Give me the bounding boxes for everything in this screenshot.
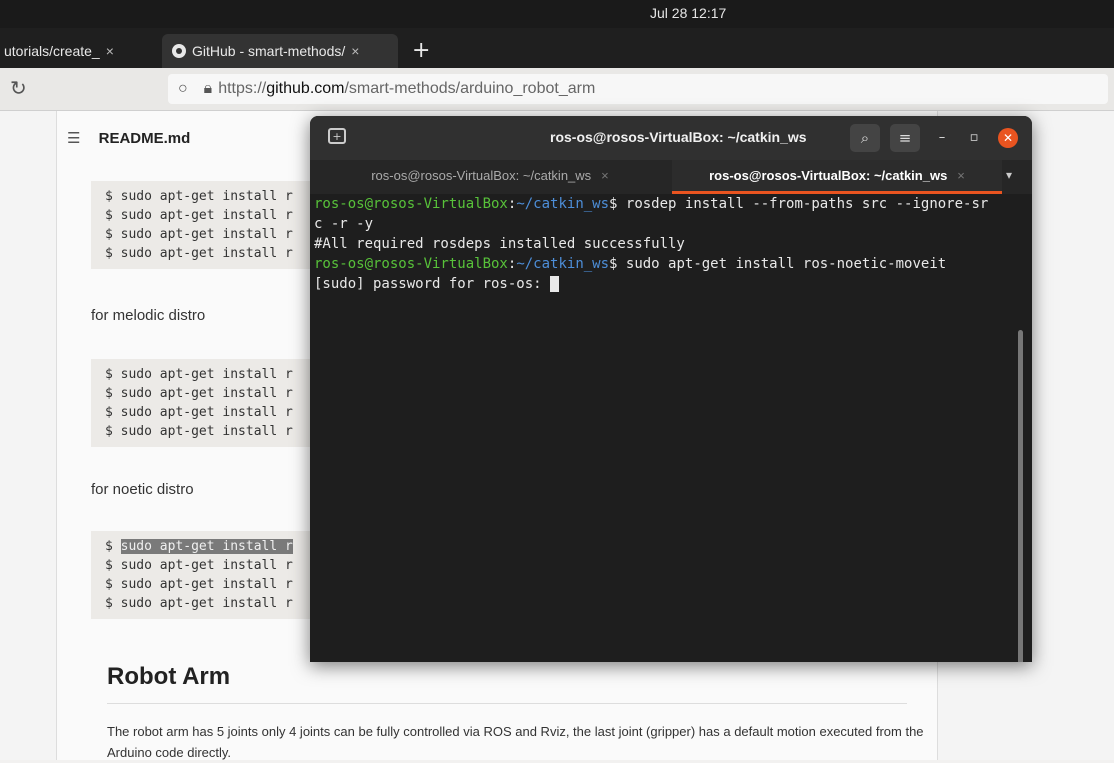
noetic-label: for noetic distro (91, 481, 194, 498)
close-tab-icon[interactable]: × (957, 168, 965, 183)
section-heading: Robot Arm (107, 663, 231, 690)
tab-label: utorials/create_ (4, 43, 100, 59)
tab-label: GitHub - smart-methods/ (192, 43, 346, 59)
code-text: sudo apt-get install r (120, 558, 293, 573)
code-line: $ sudo apt-get install r (105, 227, 293, 242)
password-prompt: [sudo] password for ros-os: (314, 276, 551, 292)
table-of-contents-icon[interactable]: ☰ (67, 130, 80, 147)
code-line: $ sudo apt-get install r (105, 575, 345, 594)
browser-tab-github[interactable]: GitHub - smart-methods/ × (162, 34, 398, 68)
code-line: $ sudo apt-get install r (105, 424, 293, 439)
terminal-tab-label: ros-os@rosos-VirtualBox: ~/catkin_ws (709, 168, 948, 183)
close-icon[interactable]: ✕ (998, 128, 1018, 148)
dollar-sign: $ (105, 577, 113, 592)
url-path: /smart-methods/arduino_robot_arm (344, 80, 596, 97)
terminal-scrollbar[interactable] (1018, 330, 1023, 662)
terminal-output[interactable]: ros-os@rosos-VirtualBox:~/catkin_ws$ ros… (310, 194, 1032, 662)
command-text: $ rosdep install --from-paths src --igno… (609, 196, 989, 212)
shield-icon[interactable]: ○ (178, 80, 188, 98)
readme-title: README.md (98, 130, 191, 147)
prompt-user: ros-os@rosos-VirtualBox (314, 256, 508, 272)
code-line: $ sudo apt-get install r (105, 537, 345, 556)
system-top-bar: Jul 28 12:17 (0, 0, 1114, 28)
code-line: $ sudo apt-get install r (105, 208, 293, 223)
terminal-line: #All required rosdeps installed successf… (314, 236, 685, 252)
close-tab-icon[interactable]: × (351, 43, 359, 59)
url-prefix: https:// (218, 80, 267, 97)
dollar-sign: $ (105, 539, 113, 554)
terminal-line: [sudo] password for ros-os: (314, 276, 560, 292)
code-block-3: $ sudo apt-get install r $ sudo apt-get … (91, 531, 345, 619)
code-line: $ sudo apt-get install r (105, 189, 293, 204)
terminal-line: c -r -y (314, 216, 374, 232)
hamburger-menu-icon[interactable]: ≡ (890, 124, 920, 152)
terminal-tab-bar: ros-os@rosos-VirtualBox: ~/catkin_ws × ro… (310, 160, 1032, 194)
code-block-2: $ sudo apt-get install r $ sudo apt-get … (91, 359, 345, 447)
dollar-sign: $ (105, 558, 113, 573)
text-cursor[interactable] (550, 276, 560, 292)
readme-header: ☰ README.md (67, 129, 190, 147)
reload-icon[interactable]: ↻ (10, 76, 27, 100)
code-line: $ sudo apt-get install r (105, 386, 293, 401)
minimize-icon[interactable]: – (932, 128, 952, 148)
terminal-line: ros-os@rosos-VirtualBox:~/catkin_ws$ ros… (314, 196, 988, 212)
prompt-user: ros-os@rosos-VirtualBox (314, 196, 508, 212)
close-tab-icon[interactable]: × (106, 43, 114, 59)
terminal-tab-1[interactable]: ros-os@rosos-VirtualBox: ~/catkin_ws × (310, 160, 670, 194)
github-icon (172, 44, 186, 58)
terminal-tab-label: ros-os@rosos-VirtualBox: ~/catkin_ws (371, 168, 592, 183)
tab-menu-icon[interactable]: ▾ (1006, 168, 1012, 182)
section-paragraph: The robot arm has 5 joints only 4 joints… (107, 724, 924, 760)
terminal-tab-2[interactable]: ros-os@rosos-VirtualBox: ~/catkin_ws × (672, 160, 1002, 194)
navigation-toolbar: ↻ ○ 🔒︎ https://github.com/smart-methods/… (0, 68, 1114, 111)
command-text: $ sudo apt-get install ros-noetic-moveit (609, 256, 947, 272)
code-line: $ sudo apt-get install r (105, 405, 293, 420)
clock[interactable]: Jul 28 12:17 (650, 5, 726, 21)
divider (107, 703, 907, 704)
new-tab-icon[interactable]: + (328, 128, 346, 144)
prompt-path: ~/catkin_ws (516, 256, 610, 272)
search-icon[interactable]: ⌕ (850, 124, 880, 152)
code-text: sudo apt-get install r (120, 596, 293, 611)
close-tab-icon[interactable]: × (601, 168, 609, 183)
code-line: $ sudo apt-get install r (105, 556, 345, 575)
new-tab-button[interactable]: + (412, 38, 430, 63)
terminal-titlebar[interactable]: + ros-os@rosos-VirtualBox: ~/catkin_ws ⌕… (310, 116, 1032, 160)
code-line: $ sudo apt-get install r (105, 367, 293, 382)
maximize-icon[interactable]: ▫ (964, 128, 984, 148)
melodic-label: for melodic distro (91, 307, 206, 324)
code-line: $ sudo apt-get install r (105, 246, 293, 261)
url-host: github.com (266, 80, 345, 97)
browser-tab-tutorials[interactable]: utorials/create_ × (0, 34, 164, 68)
terminal-line: ros-os@rosos-VirtualBox:~/catkin_ws$ sud… (314, 256, 946, 272)
dollar-sign: $ (105, 596, 113, 611)
code-line: $ sudo apt-get install r (105, 594, 345, 613)
terminal-title: ros-os@rosos-VirtualBox: ~/catkin_ws (550, 129, 807, 145)
terminal-window[interactable]: + ros-os@rosos-VirtualBox: ~/catkin_ws ⌕… (310, 116, 1032, 662)
prompt-path: ~/catkin_ws (516, 196, 610, 212)
code-block-1: $ sudo apt-get install r $ sudo apt-get … (91, 181, 345, 269)
code-text: sudo apt-get install r (120, 577, 293, 592)
browser-tab-strip: utorials/create_ × GitHub - smart-method… (0, 28, 1114, 68)
selected-text[interactable]: sudo apt-get install r (120, 539, 293, 554)
lock-icon[interactable]: 🔒︎ (204, 80, 213, 98)
url-field[interactable]: ○ 🔒︎ https://github.com/smart-methods/ar… (168, 74, 1108, 104)
